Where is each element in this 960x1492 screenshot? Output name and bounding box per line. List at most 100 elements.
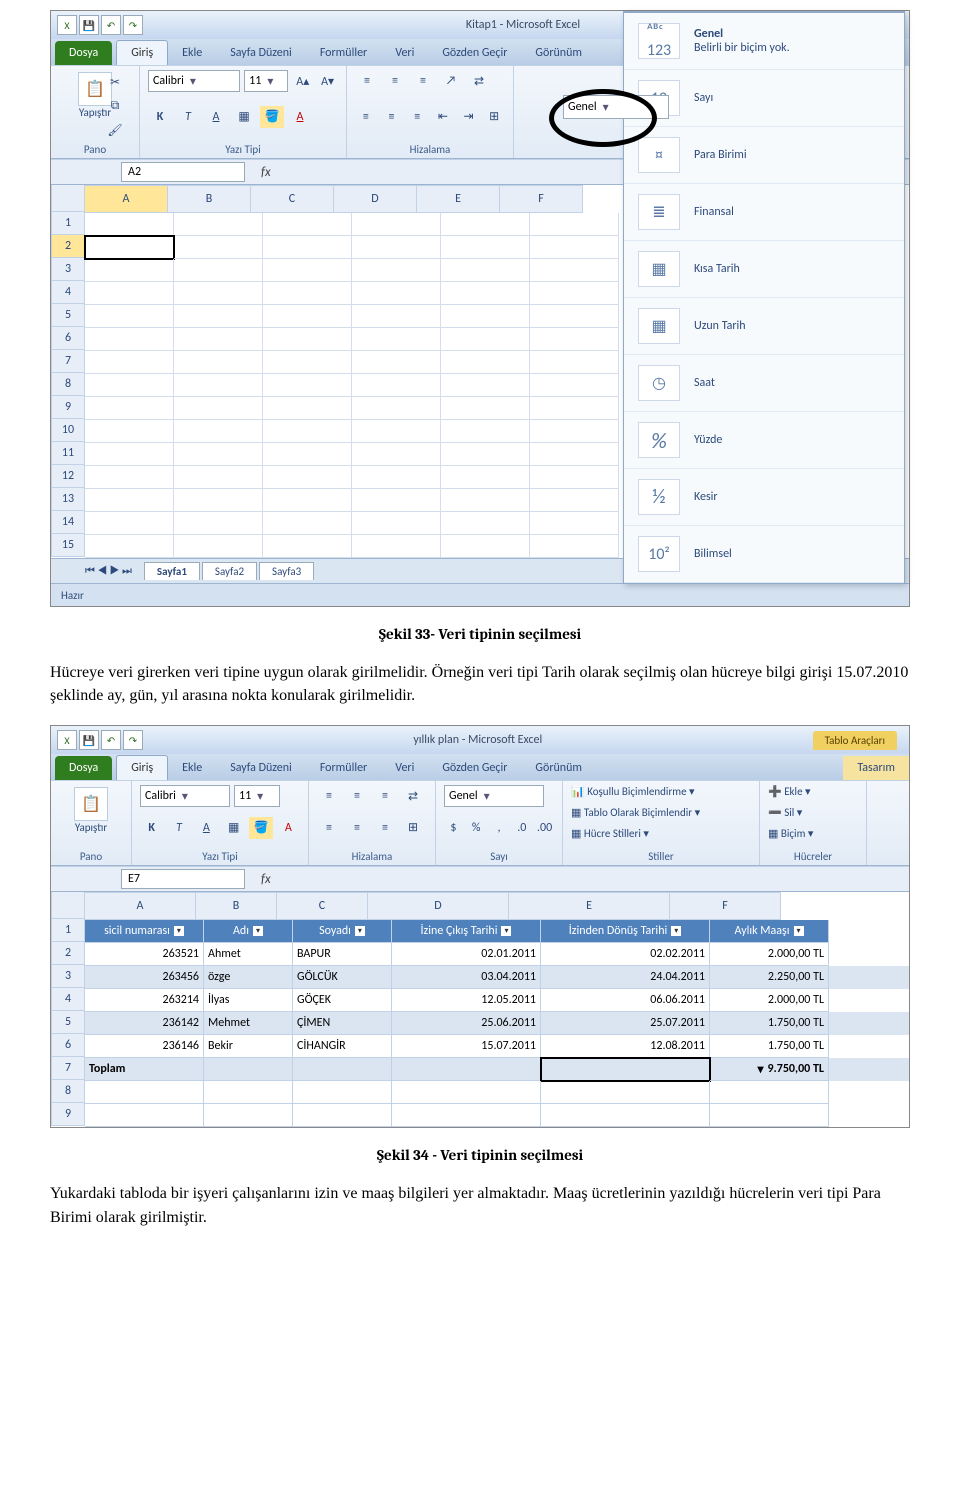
data-cell[interactable]: özge <box>204 966 293 989</box>
align-top-icon[interactable]: ≡ <box>355 70 379 92</box>
tab-home[interactable]: Giriş <box>116 40 168 65</box>
cell-styles-button[interactable]: ▦ Hücre Stilleri ▾ <box>571 827 751 840</box>
row-header[interactable]: 8 <box>51 1080 85 1103</box>
number-format-combo[interactable]: Genel▾ <box>444 785 544 807</box>
align-bot-icon[interactable]: ≡ <box>411 70 435 92</box>
delete-button[interactable]: ➖ Sil ▾ <box>768 806 858 819</box>
table-header[interactable]: İzinden Dönüş Tarihi▾ <box>541 920 710 943</box>
row-header[interactable]: 7 <box>51 1057 85 1080</box>
tab-view[interactable]: Görünüm <box>521 756 596 780</box>
save-icon[interactable]: 💾 <box>79 730 99 750</box>
row-header[interactable]: 9 <box>51 1103 85 1126</box>
bold-button[interactable]: K <box>148 106 172 128</box>
data-cell[interactable]: 02.02.2011 <box>541 943 710 966</box>
col-header[interactable]: A <box>85 892 196 920</box>
data-cell[interactable]: 263214 <box>85 989 204 1012</box>
tab-insert[interactable]: Ekle <box>168 756 216 780</box>
data-cell[interactable]: 2.000,00 TL <box>710 989 829 1012</box>
select-all-corner[interactable] <box>51 185 85 212</box>
row-header[interactable]: 2 <box>51 235 85 258</box>
fill-color-button[interactable]: 🪣 <box>260 106 284 128</box>
worksheet-grid[interactable]: 1 2 3 4 5 6 7 8 9 A B C D E F sicil numa… <box>51 892 909 1127</box>
fill-color-button[interactable]: 🪣 <box>249 817 272 839</box>
name-box[interactable]: E7 <box>121 869 245 889</box>
table-header[interactable]: Aylık Maaşı▾ <box>710 920 829 943</box>
dd-header[interactable]: ᴬᴮᶜ123 Genel Belirli bir biçim yok. <box>624 12 904 70</box>
data-cell[interactable]: 263456 <box>85 966 204 989</box>
font-color-button[interactable]: A <box>288 106 312 128</box>
italic-button[interactable]: T <box>167 817 190 839</box>
col-header[interactable]: C <box>251 185 334 213</box>
undo-icon[interactable]: ↶ <box>101 730 121 750</box>
data-cell[interactable]: 2.250,00 TL <box>710 966 829 989</box>
table-header[interactable]: Adı▾ <box>204 920 293 943</box>
data-cell[interactable]: 12.05.2011 <box>392 989 541 1012</box>
table-tools-tab[interactable]: Tablo Araçları <box>813 731 897 750</box>
col-header[interactable]: F <box>500 185 583 213</box>
tab-formulas[interactable]: Formüller <box>306 756 381 780</box>
table-header[interactable]: Soyadı▾ <box>293 920 392 943</box>
fx-icon[interactable]: fx <box>261 165 271 180</box>
dec-indent-icon[interactable]: ⇤ <box>432 106 454 128</box>
dd-item-yuzde[interactable]: %Yüzde <box>624 412 904 469</box>
tab-data[interactable]: Veri <box>381 756 428 780</box>
font-name-combo[interactable]: Calibri▾ <box>140 785 230 807</box>
data-cell[interactable]: Mehmet <box>204 1012 293 1035</box>
row-header[interactable]: 10 <box>51 419 85 442</box>
excel-icon[interactable]: X <box>57 15 77 35</box>
dd-item-kesir[interactable]: ½Kesir <box>624 469 904 526</box>
border-button[interactable]: ▦ <box>232 106 256 128</box>
col-header[interactable]: E <box>509 892 670 920</box>
data-cell[interactable]: 06.06.2011 <box>541 989 710 1012</box>
row-header[interactable]: 6 <box>51 327 85 350</box>
data-cell[interactable]: 1.750,00 TL <box>710 1012 829 1035</box>
data-cell[interactable]: Ahmet <box>204 943 293 966</box>
cut-icon[interactable]: ✂ <box>103 71 127 93</box>
tab-file[interactable]: Dosya <box>55 756 112 780</box>
font-size-combo[interactable]: 11▾ <box>244 70 288 92</box>
row-header[interactable]: 6 <box>51 1034 85 1057</box>
sheet-tab[interactable]: Sayfa3 <box>259 562 314 580</box>
data-cell[interactable]: 12.08.2011 <box>541 1035 710 1058</box>
row-header[interactable]: 15 <box>51 534 85 557</box>
border-button[interactable]: ▦ <box>222 817 245 839</box>
number-format-combo[interactable]: Genel▾ <box>563 95 669 119</box>
row-header[interactable]: 7 <box>51 350 85 373</box>
bold-button[interactable]: K <box>140 817 163 839</box>
dd-item-uzun-tarih[interactable]: ▦Uzun Tarih <box>624 298 904 355</box>
font-color-button[interactable]: A <box>277 817 300 839</box>
table-fmt-button[interactable]: ▦ Tablo Olarak Biçimlendir ▾ <box>571 806 751 819</box>
row-header[interactable]: 14 <box>51 511 85 534</box>
redo-icon[interactable]: ↷ <box>123 730 143 750</box>
row-header[interactable]: 12 <box>51 465 85 488</box>
tab-data[interactable]: Veri <box>381 41 428 65</box>
data-cell[interactable]: GÖÇEK <box>293 989 392 1012</box>
table-header[interactable]: sicil numarası▾ <box>85 920 204 943</box>
data-cell[interactable]: 236142 <box>85 1012 204 1035</box>
row-header[interactable]: 1 <box>51 212 85 235</box>
row-header[interactable]: 5 <box>51 1011 85 1034</box>
nav-icons[interactable]: ⏮ ◀ ▶ ⏭ <box>85 564 132 578</box>
tab-design[interactable]: Tasarım <box>843 756 909 780</box>
align-left-icon[interactable]: ≡ <box>355 106 377 128</box>
data-cell[interactable]: İlyas <box>204 989 293 1012</box>
col-header[interactable]: C <box>277 892 368 920</box>
row-header[interactable]: 4 <box>51 281 85 304</box>
row-header[interactable]: 8 <box>51 373 85 396</box>
data-cell[interactable]: 263521 <box>85 943 204 966</box>
data-cell[interactable]: 15.07.2011 <box>392 1035 541 1058</box>
underline-button[interactable]: A <box>204 106 228 128</box>
data-cell[interactable]: GÖLCÜK <box>293 966 392 989</box>
data-cell[interactable]: 1.750,00 TL <box>710 1035 829 1058</box>
col-header[interactable]: D <box>368 892 509 920</box>
tab-home[interactable]: Giriş <box>116 755 168 780</box>
copy-icon[interactable]: ⧉ <box>103 95 127 117</box>
underline-button[interactable]: A <box>195 817 218 839</box>
tab-insert[interactable]: Ekle <box>168 41 216 65</box>
orient-icon[interactable]: ↗ <box>439 70 463 92</box>
paste-button[interactable]: 📋Yapıştır <box>59 785 123 836</box>
grow-font-icon[interactable]: A▴ <box>292 70 313 92</box>
align-mid-icon[interactable]: ≡ <box>383 70 407 92</box>
data-cell[interactable]: CİHANGİR <box>293 1035 392 1058</box>
merge-icon[interactable]: ⊞ <box>483 106 505 128</box>
